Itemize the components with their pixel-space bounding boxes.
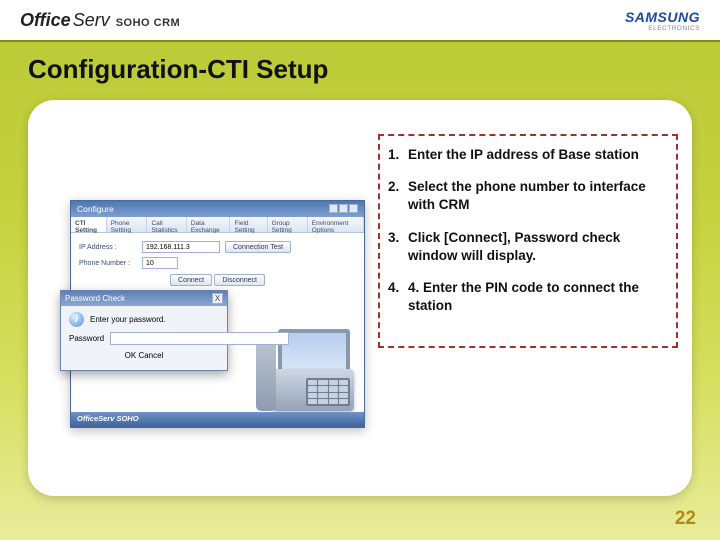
tab-environment-options[interactable]: Environment Options xyxy=(308,217,364,232)
password-title: Password Check xyxy=(65,294,125,303)
configure-footer: OfficeServ SOHO xyxy=(71,412,364,427)
phone-row: Phone Number : xyxy=(71,255,364,271)
tab-field-setting[interactable]: Field Setting xyxy=(230,217,267,232)
slide-header: OfficeServ SOHO CRM SAMSUNG ELECTRONICS xyxy=(0,0,720,42)
brand: OfficeServ SOHO CRM xyxy=(20,10,180,31)
ip-input[interactable] xyxy=(142,241,220,253)
brand-serv: Serv xyxy=(73,10,110,31)
instructions-box: 1. Enter the IP address of Base station … xyxy=(378,134,678,348)
ip-row: IP Address : Connection Test xyxy=(71,239,364,255)
tab-call-statistics[interactable]: Call Statistics xyxy=(147,217,186,232)
instruction-item: 2. Select the phone number to interface … xyxy=(388,178,668,214)
instruction-text: Click [Connect], Password check window w… xyxy=(408,229,668,265)
ok-button[interactable]: OK xyxy=(125,351,137,360)
window-buttons[interactable] xyxy=(328,204,358,215)
samsung-logo: SAMSUNG xyxy=(625,9,700,25)
cancel-button[interactable]: Cancel xyxy=(138,351,163,360)
password-dialog: Password Check X i Enter your password. … xyxy=(60,290,228,371)
phone-illustration xyxy=(250,311,360,411)
instruction-item: 3. Click [Connect], Password check windo… xyxy=(388,229,668,265)
tab-group-setting[interactable]: Group Setting xyxy=(268,217,308,232)
password-prompt: Enter your password. xyxy=(90,315,166,324)
disconnect-button[interactable]: Disconnect xyxy=(214,274,265,286)
configure-titlebar: Configure xyxy=(71,201,364,217)
info-icon: i xyxy=(69,312,84,327)
instruction-item: 1. Enter the IP address of Base station xyxy=(388,146,668,164)
tab-phone-setting[interactable]: Phone Setting xyxy=(107,217,148,232)
tab-data-exchange[interactable]: Data Exchange xyxy=(187,217,231,232)
connect-button-row: Connect Disconnect xyxy=(71,271,364,292)
connect-button[interactable]: Connect xyxy=(170,274,212,286)
samsung-logo-block: SAMSUNG ELECTRONICS xyxy=(625,9,700,32)
phone-label: Phone Number : xyxy=(79,260,137,267)
ip-label: IP Address : xyxy=(79,244,137,251)
password-input[interactable] xyxy=(110,332,289,345)
instruction-text: Select the phone number to interface wit… xyxy=(408,178,668,214)
samsung-sub: ELECTRONICS xyxy=(625,25,700,32)
password-titlebar: Password Check X xyxy=(61,291,227,306)
phone-input[interactable] xyxy=(142,257,178,269)
password-label: Password xyxy=(69,334,104,343)
slide-title: Configuration-CTI Setup xyxy=(0,42,720,105)
brand-sub: SOHO CRM xyxy=(116,17,181,29)
tab-cti-setting[interactable]: CTI Setting xyxy=(71,217,107,232)
connection-test-button[interactable]: Connection Test xyxy=(225,241,291,253)
instruction-text: 4. Enter the PIN code to connect the sta… xyxy=(408,279,668,315)
instruction-text: Enter the IP address of Base station xyxy=(408,146,639,164)
instruction-item: 4. 4. Enter the PIN code to connect the … xyxy=(388,279,668,315)
configure-title: Configure xyxy=(77,204,114,214)
page-number: 22 xyxy=(675,508,696,530)
close-icon[interactable]: X xyxy=(212,293,223,304)
brand-office: Office xyxy=(20,10,71,31)
configure-tabs: CTI Setting Phone Setting Call Statistic… xyxy=(71,217,364,233)
